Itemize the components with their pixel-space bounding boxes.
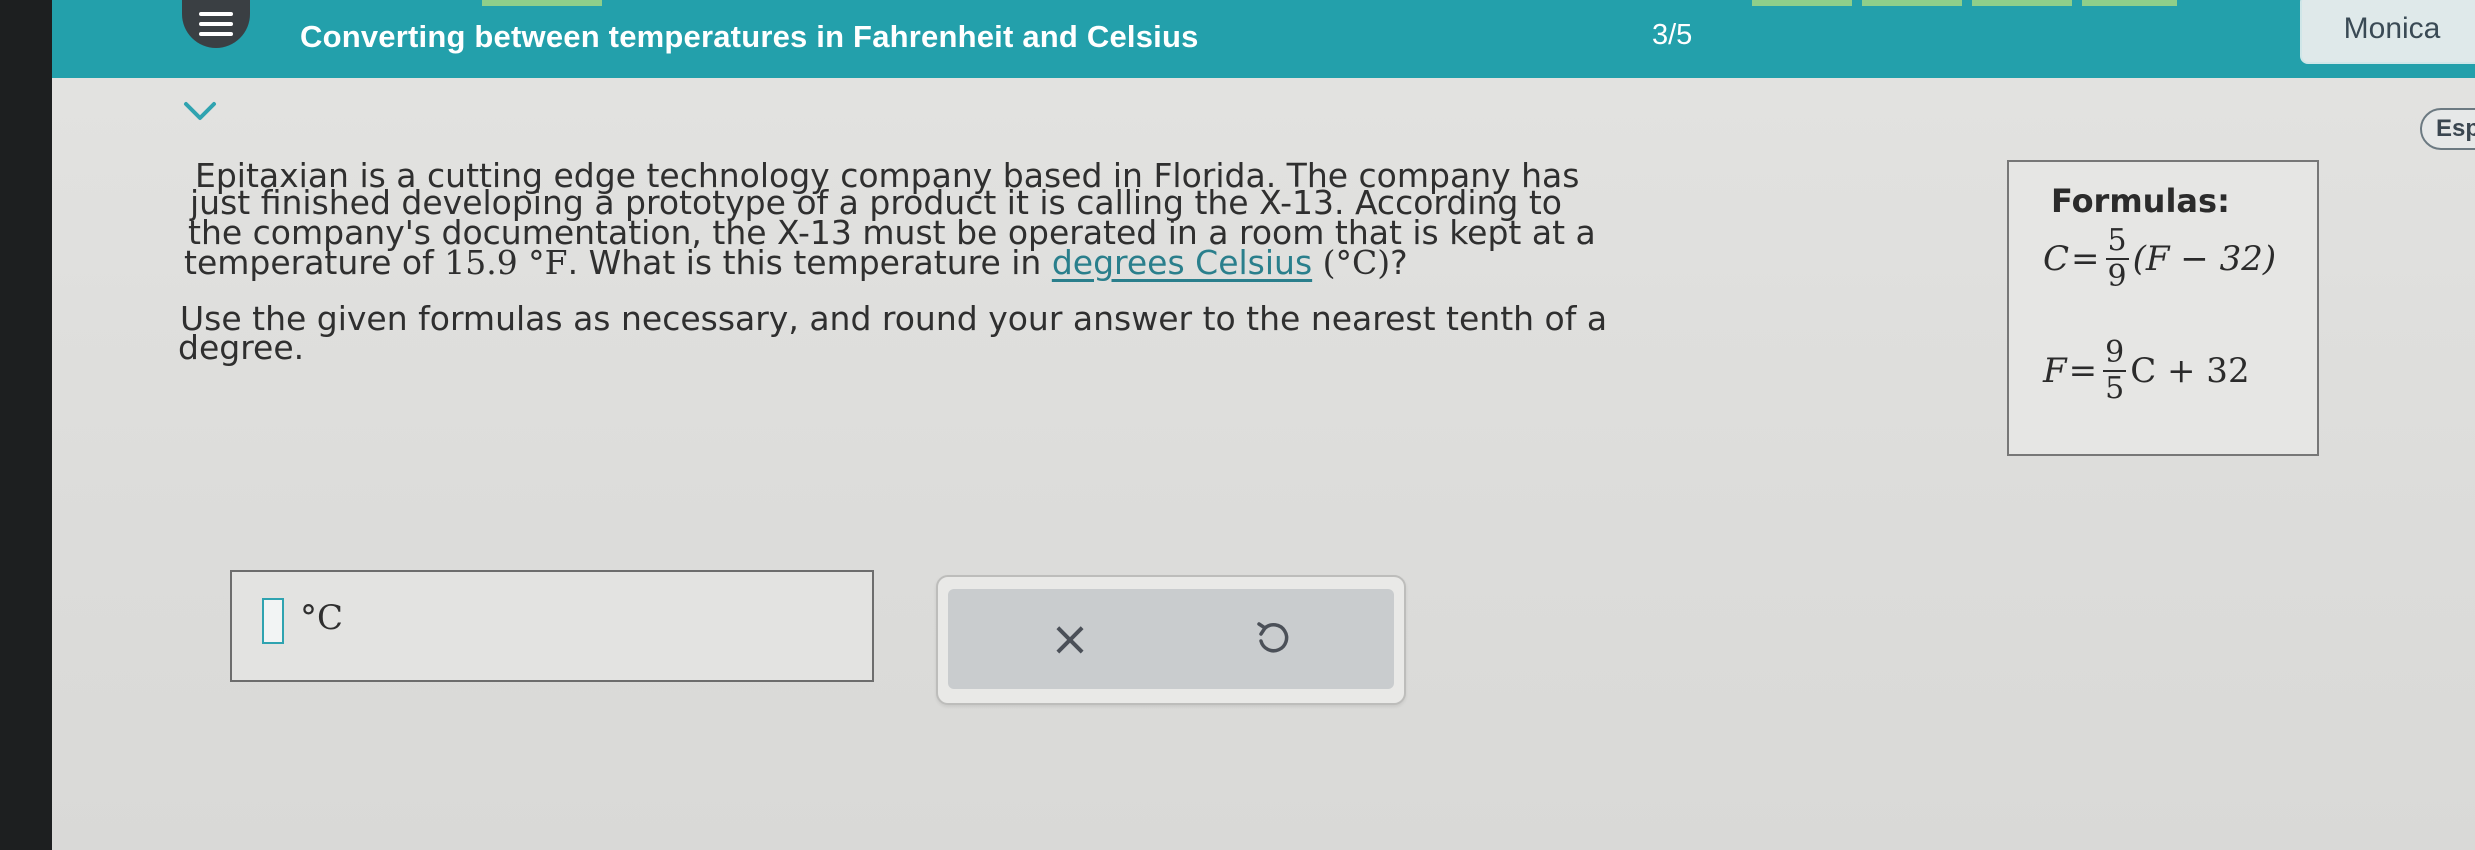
formula-expression: (F − 32): [2132, 239, 2277, 279]
hamburger-menu-icon[interactable]: [182, 0, 250, 48]
instruction-line: degree.: [178, 328, 305, 367]
problem-text: temperature of: [184, 243, 445, 282]
progress-segment: [1752, 0, 1852, 6]
user-name: Monica: [2343, 12, 2441, 45]
user-menu-button[interactable]: Monica: [2300, 0, 2475, 64]
formula-equals: =: [2071, 239, 2100, 279]
progress-segment: [482, 0, 602, 6]
topic-title: Converting between temperatures in Fahre…: [300, 19, 1199, 54]
formulas-panel: Formulas: C = 5 9 (F − 32) F = 9 5 C + 3…: [2007, 160, 2319, 456]
app-screen: Converting between temperatures in Fahre…: [52, 0, 2475, 850]
action-toolbar: ×: [948, 589, 1394, 689]
device-bezel: [0, 0, 52, 850]
progress-segment: [2082, 0, 2177, 6]
problem-line: temperature of 15.9 °F. What is this tem…: [184, 243, 1408, 282]
formula-variable: C: [2043, 239, 2070, 279]
chevron-down-icon[interactable]: [180, 96, 220, 126]
answer-unit: °C: [300, 598, 344, 638]
clear-x-icon[interactable]: ×: [1038, 607, 1102, 671]
formulas-title: Formulas:: [2051, 182, 2230, 220]
formula-expression: C + 32: [2130, 351, 2250, 391]
problem-text: ?: [1390, 243, 1408, 282]
top-bar: Converting between temperatures in Fahre…: [52, 0, 2475, 78]
answer-input[interactable]: [262, 598, 284, 644]
answer-actions: ×: [936, 575, 1406, 705]
formula-fraction: 9 5: [2103, 335, 2127, 406]
formula-equals: =: [2068, 351, 2098, 391]
progress-segment: [1862, 0, 1962, 6]
undo-icon[interactable]: [1240, 607, 1304, 671]
formula-variable: F: [2043, 351, 2067, 391]
temperature-value: 15.9 °F: [444, 243, 568, 282]
fahrenheit-formula: F = 9 5 C + 32: [2043, 336, 2250, 406]
celsius-unit: (°C): [1322, 243, 1391, 282]
fraction-numerator: 5: [2105, 223, 2129, 260]
fraction-numerator: 9: [2103, 335, 2127, 372]
question-panel: Esp Epitaxian is a cutting edge technolo…: [52, 78, 2475, 850]
problem-text: . What is this temperature in: [567, 243, 1052, 282]
progress-segment: [1972, 0, 2072, 6]
instruction-line: Use the given formulas as necessary, and…: [180, 299, 1608, 338]
language-label: Esp: [2436, 115, 2475, 142]
celsius-formula: C = 5 9 (F − 32): [2043, 224, 2276, 294]
language-toggle-button[interactable]: Esp: [2420, 108, 2475, 150]
fraction-denominator: 9: [2107, 259, 2127, 294]
degrees-celsius-link[interactable]: degrees Celsius: [1052, 243, 1312, 282]
formula-fraction: 5 9: [2105, 223, 2129, 294]
question-counter: 3/5: [1652, 19, 1693, 51]
fraction-denominator: 5: [2105, 371, 2125, 406]
answer-area: °C: [230, 570, 874, 682]
